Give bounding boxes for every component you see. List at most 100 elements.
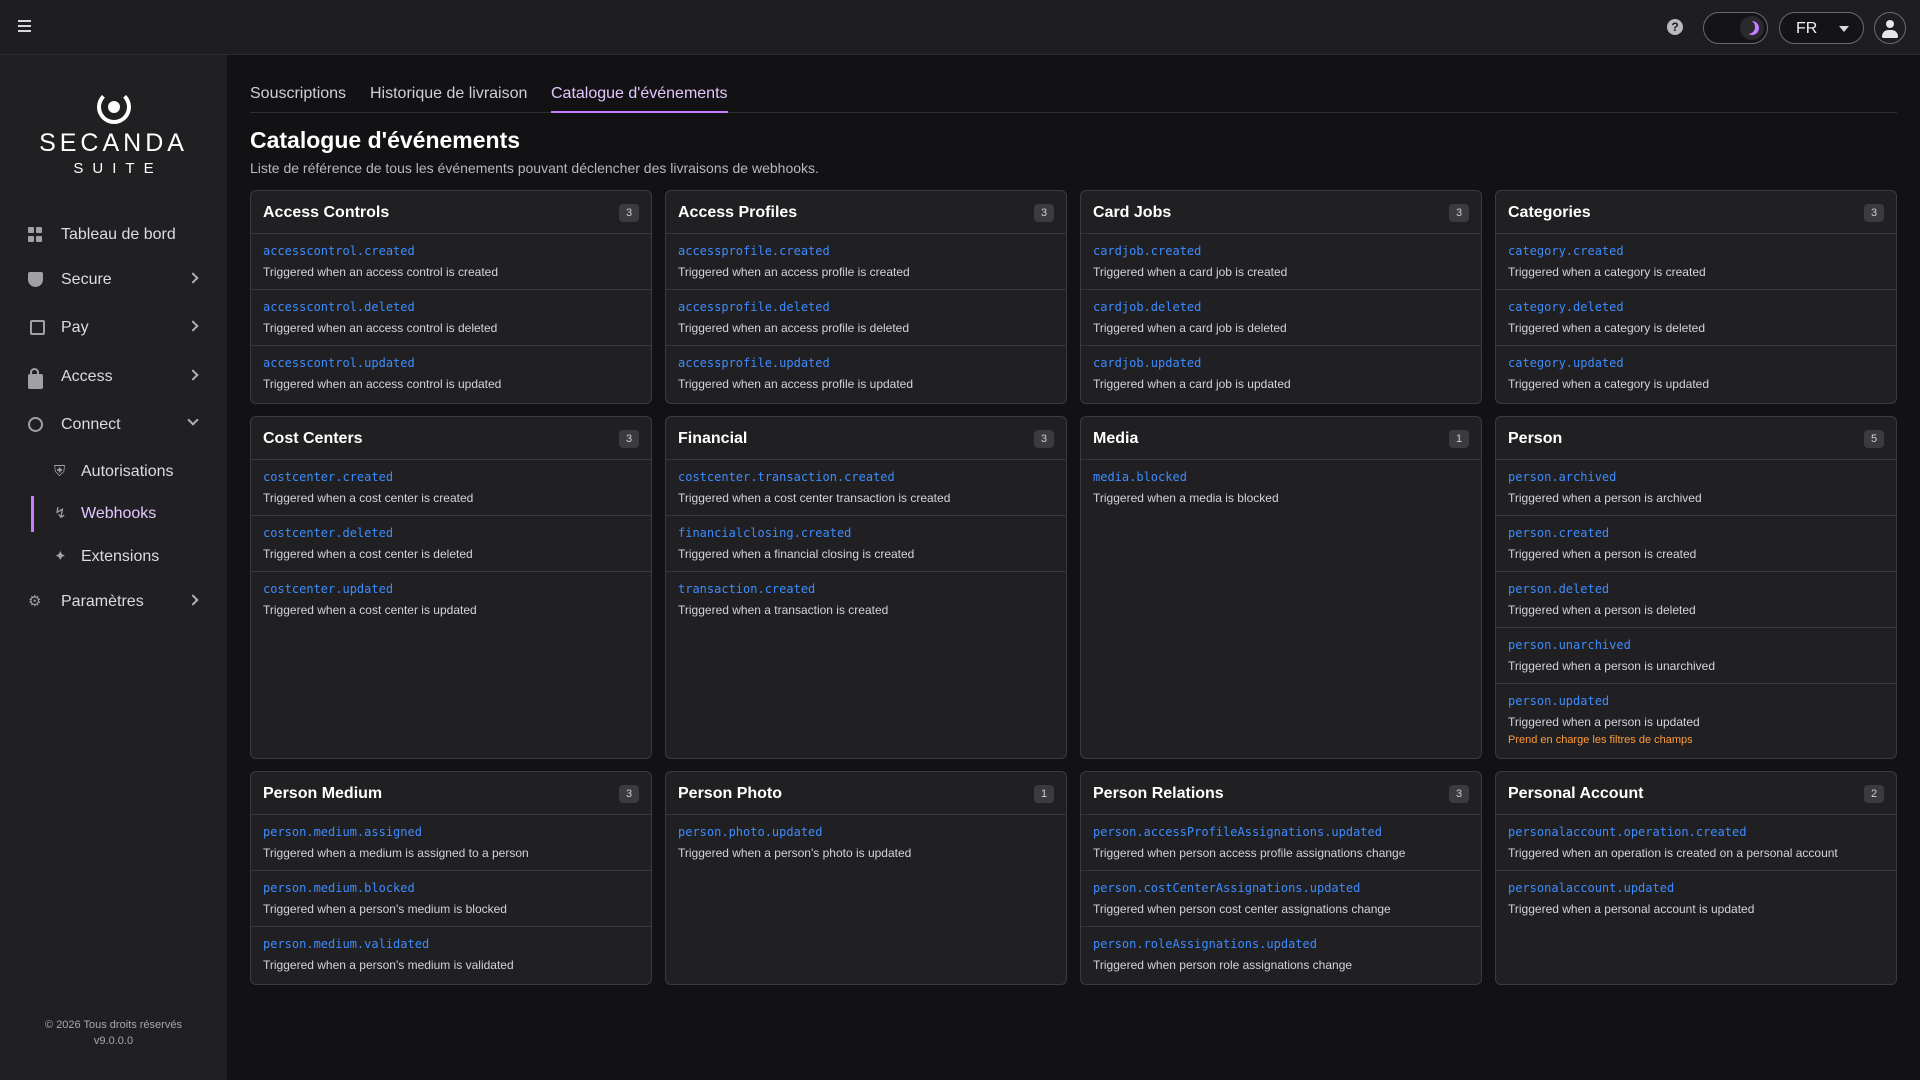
event-row[interactable]: category.created Triggered when a categor… bbox=[1496, 234, 1896, 290]
sidebar-item-label: Paramètres bbox=[61, 593, 144, 610]
event-row[interactable]: person.accessProfileAssignations.updated… bbox=[1081, 815, 1481, 871]
sidebar-item-extensions[interactable]: ✦ Extensions bbox=[0, 537, 227, 577]
event-description: Triggered when a transaction is created bbox=[678, 603, 889, 617]
event-card: Media 1 media.blocked Triggered when a medi… bbox=[1080, 416, 1482, 759]
logo-name: SECANDA bbox=[39, 129, 188, 157]
event-description: Triggered when a cost center is deleted bbox=[263, 547, 473, 561]
event-card: Person Relations 3 person.accessProfileAss… bbox=[1080, 771, 1482, 985]
event-row[interactable]: person.medium.blocked Triggered when a pe… bbox=[251, 871, 651, 927]
event-description: Triggered when an access control is upda… bbox=[263, 377, 502, 391]
event-card: Personal Account 2 personalaccount.operati… bbox=[1495, 771, 1897, 985]
card-header: Card Jobs 3 bbox=[1081, 191, 1481, 234]
event-row[interactable]: cardjob.created Triggered when a card job… bbox=[1081, 234, 1481, 290]
sidebar-item-dashboard[interactable]: Tableau de bord bbox=[0, 215, 227, 255]
event-row[interactable]: person.costCenterAssignations.updated Tri… bbox=[1081, 871, 1481, 927]
logo-icon bbox=[96, 90, 131, 124]
event-description: Triggered when a person is created bbox=[1508, 547, 1697, 561]
event-description: Triggered when person role assignations … bbox=[1093, 958, 1353, 972]
chevron-right-icon bbox=[187, 272, 199, 284]
logo[interactable]: SECANDA SUITE bbox=[0, 90, 227, 177]
user-icon-head bbox=[1886, 20, 1894, 28]
event-name: person.unarchived bbox=[1508, 638, 1631, 652]
tab-historique[interactable]: Historique de livraison bbox=[370, 85, 527, 111]
sidebar-item-label: Webhooks bbox=[81, 505, 157, 522]
card-title: Person Relations bbox=[1093, 785, 1224, 802]
theme-toggle[interactable] bbox=[1703, 12, 1768, 44]
event-name: person.deleted bbox=[1508, 582, 1610, 596]
event-row[interactable]: cardjob.deleted Triggered when a card job… bbox=[1081, 290, 1481, 346]
event-row[interactable]: person.medium.assigned Triggered when a m… bbox=[251, 815, 651, 871]
sidebar-item-connect[interactable]: Connect bbox=[0, 405, 227, 445]
card-header: Access Profiles 3 bbox=[666, 191, 1066, 234]
event-row[interactable]: accessprofile.updated Triggered when an a… bbox=[666, 346, 1066, 402]
event-row[interactable]: person.unarchived Triggered when a person… bbox=[1496, 628, 1896, 684]
event-row[interactable]: accesscontrol.updated Triggered when an a… bbox=[251, 346, 651, 402]
card-title: Cost Centers bbox=[263, 430, 363, 447]
event-row[interactable]: cardjob.updated Triggered when a card job… bbox=[1081, 346, 1481, 402]
event-row[interactable]: accessprofile.created Triggered when an a… bbox=[666, 234, 1066, 290]
sidebar-item-parametres[interactable]: ⚙ Paramètres bbox=[0, 582, 227, 622]
sidebar-item-autorisations[interactable]: ⛨ Autorisations bbox=[0, 452, 227, 492]
chevron-right-icon bbox=[187, 594, 199, 606]
event-description: Triggered when a person's medium is bloc… bbox=[263, 902, 507, 916]
menu-icon[interactable] bbox=[16, 17, 36, 37]
count-badge: 3 bbox=[1449, 204, 1469, 222]
sidebar-item-label: Pay bbox=[61, 319, 89, 336]
event-row[interactable]: costcenter.transaction.created Triggered … bbox=[666, 460, 1066, 516]
card-title: Access Profiles bbox=[678, 204, 798, 221]
card-title: Personal Account bbox=[1508, 785, 1644, 802]
event-row[interactable]: transaction.created Triggered when a tran… bbox=[666, 572, 1066, 628]
card-title: Access Controls bbox=[263, 204, 390, 221]
event-row[interactable]: person.medium.validated Triggered when a … bbox=[251, 927, 651, 983]
event-row[interactable]: financialclosing.created Triggered when a… bbox=[666, 516, 1066, 572]
event-row[interactable]: person.photo.updated Triggered when a per… bbox=[666, 815, 1066, 871]
sidebar-item-access[interactable]: Access bbox=[0, 357, 227, 397]
shield-small-icon: ⛨ bbox=[54, 463, 66, 480]
sidebar-item-pay[interactable]: Pay bbox=[0, 308, 227, 348]
event-row[interactable]: personalaccount.operation.created Trigger… bbox=[1496, 815, 1896, 871]
event-name: accesscontrol.deleted bbox=[263, 300, 415, 314]
event-row[interactable]: accesscontrol.deleted Triggered when an a… bbox=[251, 290, 651, 346]
event-description: Triggered when a card job is created bbox=[1093, 265, 1288, 279]
event-row[interactable]: accessprofile.deleted Triggered when an a… bbox=[666, 290, 1066, 346]
globe-icon bbox=[28, 417, 43, 432]
event-name: cardjob.deleted bbox=[1093, 300, 1202, 314]
sidebar-item-webhooks[interactable]: ↯ Webhooks bbox=[0, 494, 227, 534]
event-row[interactable]: person.created Triggered when a person is… bbox=[1496, 516, 1896, 572]
count-badge: 3 bbox=[619, 785, 639, 803]
event-row[interactable]: accesscontrol.created Triggered when an a… bbox=[251, 234, 651, 290]
tab-catalogue[interactable]: Catalogue d'événements bbox=[551, 85, 728, 113]
event-card: Categories 3 category.created Triggered whe… bbox=[1495, 190, 1897, 404]
help-icon[interactable]: ? bbox=[1667, 19, 1683, 35]
event-name: accessprofile.deleted bbox=[678, 300, 830, 314]
card-header: Person 5 bbox=[1496, 417, 1896, 460]
event-description: Triggered when an access profile is crea… bbox=[678, 265, 910, 279]
event-description: Triggered when a card job is updated bbox=[1093, 377, 1291, 391]
event-description: Triggered when a person's photo is updat… bbox=[678, 846, 912, 860]
event-row[interactable]: costcenter.deleted Triggered when a cost … bbox=[251, 516, 651, 572]
tab-souscriptions[interactable]: Souscriptions bbox=[250, 85, 346, 111]
event-description: Triggered when a category is deleted bbox=[1508, 321, 1706, 335]
dashboard-icon bbox=[28, 227, 43, 242]
event-row[interactable]: person.archived Triggered when a person i… bbox=[1496, 460, 1896, 516]
event-row[interactable]: person.roleAssignations.updated Triggered… bbox=[1081, 927, 1481, 983]
sidebar-item-secure[interactable]: Secure bbox=[0, 260, 227, 300]
card-title: Financial bbox=[678, 430, 748, 447]
shield-icon bbox=[28, 272, 43, 287]
language-select[interactable]: FR bbox=[1779, 12, 1864, 44]
event-row[interactable]: category.deleted Triggered when a categor… bbox=[1496, 290, 1896, 346]
active-indicator bbox=[31, 496, 34, 532]
event-row[interactable]: costcenter.created Triggered when a cost … bbox=[251, 460, 651, 516]
event-row[interactable]: personalaccount.updated Triggered when a … bbox=[1496, 871, 1896, 927]
event-name: accesscontrol.created bbox=[263, 244, 415, 258]
event-name: person.accessProfileAssignations.updated bbox=[1093, 825, 1382, 839]
card-title: Media bbox=[1093, 430, 1139, 447]
event-name: costcenter.created bbox=[263, 470, 394, 484]
event-row[interactable]: category.updated Triggered when a categor… bbox=[1496, 346, 1896, 402]
event-row[interactable]: costcenter.updated Triggered when a cost … bbox=[251, 572, 651, 628]
event-row[interactable]: person.updated Triggered when a person is… bbox=[1496, 684, 1896, 748]
event-name: personalaccount.updated bbox=[1508, 881, 1675, 895]
event-row[interactable]: media.blocked Triggered when a media is b… bbox=[1081, 460, 1481, 516]
user-icon[interactable] bbox=[1874, 12, 1906, 44]
event-row[interactable]: person.deleted Triggered when a person is… bbox=[1496, 572, 1896, 628]
